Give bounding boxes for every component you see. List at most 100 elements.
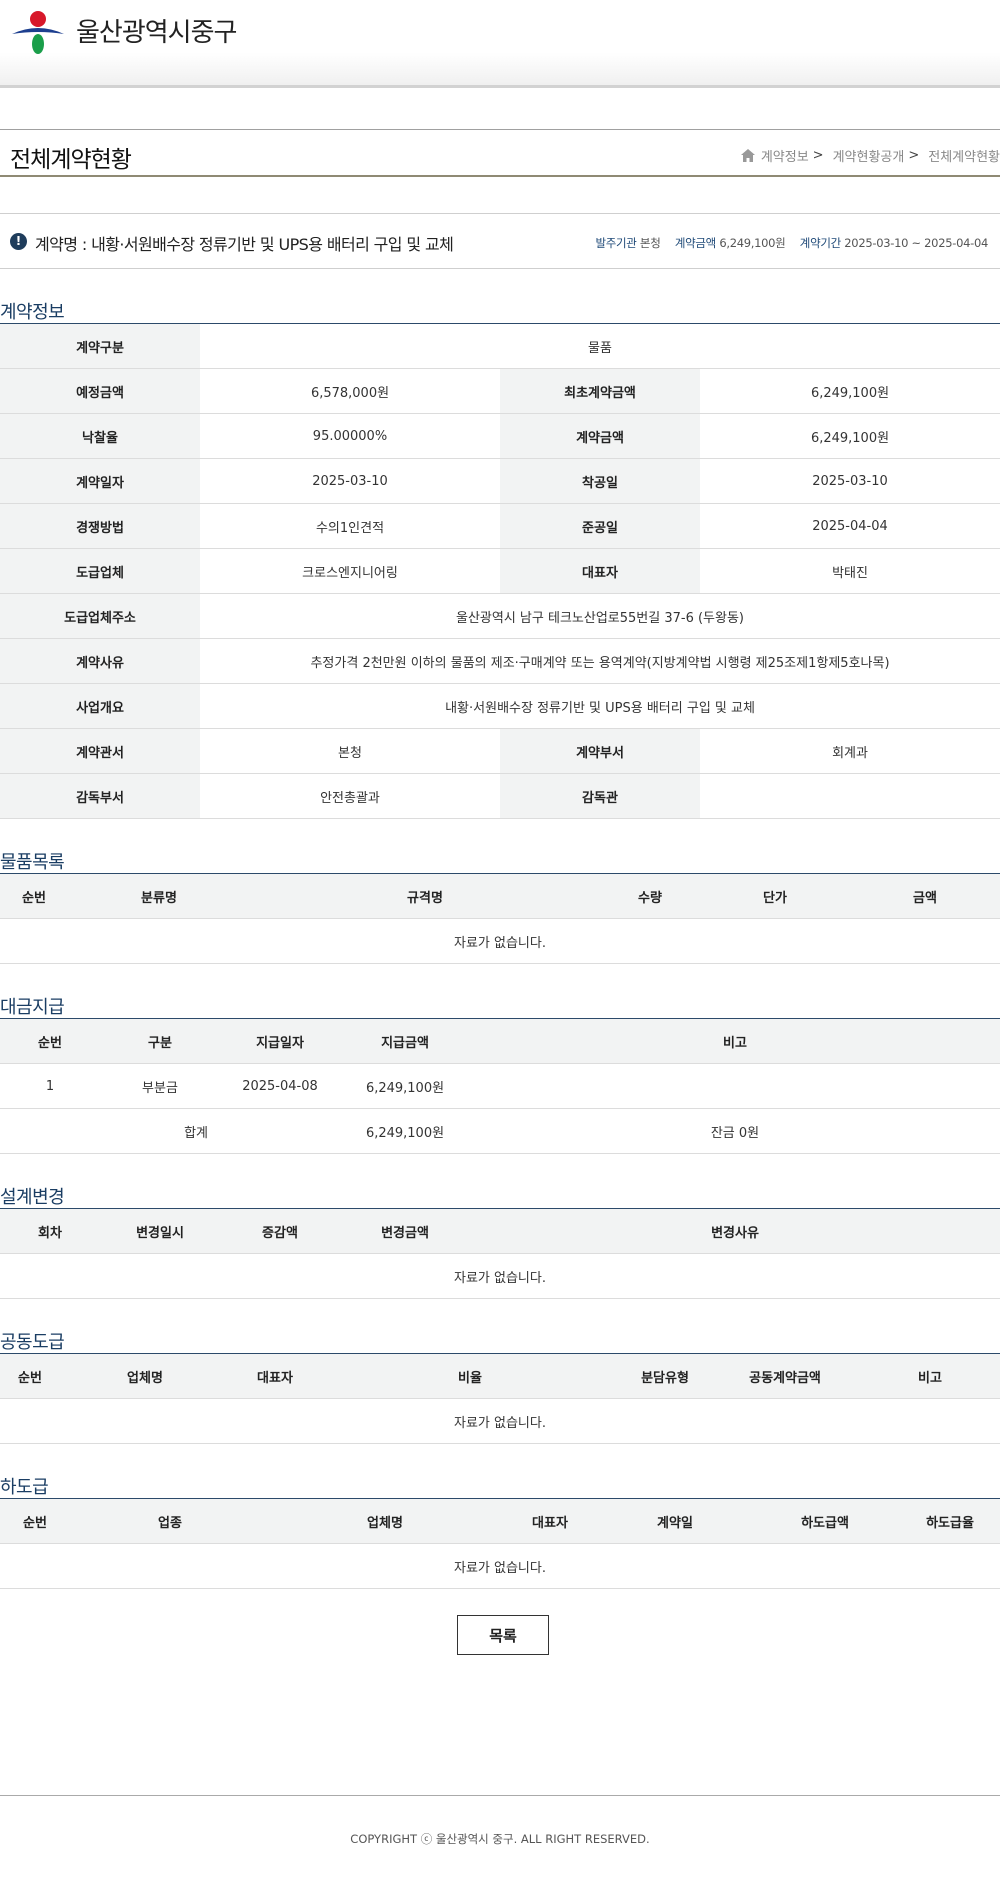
breadcrumb-item-contract-info[interactable]: 계약정보 — [761, 146, 809, 165]
jung-gu-logo[interactable] — [10, 10, 66, 54]
payment-type: 부분금 — [100, 1063, 220, 1109]
bid-rate-label: 낙찰율 — [0, 413, 200, 459]
contract-amount-value: 6,249,100원 — [700, 413, 1000, 459]
contract-reason-label: 계약사유 — [0, 638, 200, 684]
representative-value: 박태진 — [700, 548, 1000, 594]
project-overview-label: 사업개요 — [0, 683, 200, 729]
joint-col-company: 업체명 — [60, 1353, 230, 1399]
payment-total-spacer — [220, 1108, 340, 1154]
sub-col-rep: 대표자 — [500, 1498, 600, 1544]
empty-message: 자료가 없습니다. — [0, 1398, 1000, 1444]
goods-col-qty: 수량 — [600, 873, 700, 919]
footer: COPYRIGHT ⓒ 울산광역시 중구. ALL RIGHT RESERVED… — [0, 1795, 1000, 1895]
payment-date: 2025-04-08 — [220, 1063, 340, 1109]
joint-col-ratio: 비율 — [320, 1353, 620, 1399]
contract-info-table: 계약구분 물품 예정금액 6,578,000원 최초계약금액 6,249,100… — [0, 323, 1000, 819]
section-title-goods-list: 물품목록 — [0, 852, 65, 873]
breadcrumb-separator: > — [812, 148, 824, 163]
section-title-joint-contract: 공동도급 — [0, 1332, 65, 1353]
payment-amount: 6,249,100원 — [340, 1063, 470, 1109]
payment-note — [470, 1063, 1000, 1109]
design-col-round: 회차 — [0, 1208, 100, 1254]
bid-rate-value: 95.00000% — [200, 413, 500, 459]
empty-message: 자료가 없습니다. — [0, 1543, 1000, 1589]
payment-col-no: 순번 — [0, 1018, 100, 1064]
project-overview-value: 내황·서원배수장 정류기반 및 UPS용 배터리 구입 및 교체 — [200, 683, 1000, 729]
section-title-payment: 대금지급 — [0, 997, 65, 1018]
joint-col-amount: 공동계약금액 — [710, 1353, 860, 1399]
org-name[interactable]: 울산광역시중구 — [76, 12, 237, 49]
goods-list-table: 순번 분류명 규격명 수량 단가 금액 자료가 없습니다. — [0, 873, 1000, 964]
design-col-date: 변경일시 — [100, 1208, 220, 1254]
table-row: 1 부분금 2025-04-08 6,249,100원 — [0, 1063, 1000, 1109]
exclamation-icon: ! — [10, 233, 27, 250]
breadcrumb-separator: > — [908, 148, 920, 163]
supervising-dept-label: 감독부서 — [0, 773, 200, 819]
completion-date-value: 2025-04-04 — [700, 503, 1000, 549]
payment-total-note: 잔금 0원 — [470, 1108, 1000, 1154]
goods-col-spec: 규격명 — [250, 873, 600, 919]
contractor-address-label: 도급업체주소 — [0, 593, 200, 639]
ordering-label: 발주기관 — [595, 236, 637, 250]
section-title-design-change: 설계변경 — [0, 1187, 65, 1208]
design-col-amount: 변경금액 — [340, 1208, 470, 1254]
initial-amount-value: 6,249,100원 — [700, 368, 1000, 414]
payment-table: 순번 구분 지급일자 지급금액 비고 1 부분금 2025-04-08 6,24… — [0, 1018, 1000, 1154]
design-change-table: 회차 변경일시 증감액 변경금액 변경사유 자료가 없습니다. — [0, 1208, 1000, 1299]
start-date-value: 2025-03-10 — [700, 458, 1000, 504]
empty-message: 자료가 없습니다. — [0, 918, 1000, 964]
representative-label: 대표자 — [500, 548, 700, 594]
contract-office-value: 본청 — [200, 728, 500, 774]
joint-col-share-type: 분담유형 — [620, 1353, 710, 1399]
sub-col-company: 업체명 — [270, 1498, 500, 1544]
amount-value: 6,249,100원 — [719, 236, 786, 250]
copyright: COPYRIGHT ⓒ 울산광역시 중구. ALL RIGHT RESERVED… — [350, 1832, 650, 1846]
contractor-value: 크로스엔지니어링 — [200, 548, 500, 594]
bid-method-label: 경쟁방법 — [0, 503, 200, 549]
initial-amount-label: 최초계약금액 — [500, 368, 700, 414]
title-bar: 전체계약현황 계약정보 > 계약현황공개 > 전체계약현황 — [0, 129, 1000, 177]
list-button[interactable]: 목록 — [457, 1615, 549, 1655]
sub-col-no: 순번 — [0, 1498, 70, 1544]
joint-col-note: 비고 — [860, 1353, 1000, 1399]
joint-contract-table: 순번 업체명 대표자 비율 분담유형 공동계약금액 비고 자료가 없습니다. — [0, 1353, 1000, 1444]
design-col-diff: 증감액 — [220, 1208, 340, 1254]
amount-label: 계약금액 — [674, 236, 716, 250]
contract-meta: 발주기관 본청 계약금액 6,249,100원 계약기간 2025-03-10 … — [584, 235, 988, 251]
section-title-contract-info: 계약정보 — [0, 302, 65, 323]
contract-date-label: 계약일자 — [0, 458, 200, 504]
breadcrumb: 계약정보 > 계약현황공개 > 전체계약현황 — [740, 146, 1000, 165]
breadcrumb-item-current: 전체계약현황 — [928, 150, 1000, 165]
contract-dept-label: 계약부서 — [500, 728, 700, 774]
start-date-label: 착공일 — [500, 458, 700, 504]
contract-summary: ! 계약명 : 내황·서원배수장 정류기반 및 UPS용 배터리 구입 및 교체… — [0, 213, 1000, 269]
period-value: 2025-03-10 ~ 2025-04-04 — [844, 236, 988, 250]
joint-col-no: 순번 — [0, 1353, 60, 1399]
sub-col-date: 계약일 — [600, 1498, 750, 1544]
contract-reason-value: 추정가격 2천만원 이하의 물품의 제조·구매계약 또는 용역계약(지방계약법 … — [200, 638, 1000, 684]
page-title: 전체계약현황 — [10, 147, 132, 173]
empty-message: 자료가 없습니다. — [0, 1253, 1000, 1299]
home-icon[interactable] — [740, 149, 755, 162]
goods-col-category: 분류명 — [68, 873, 250, 919]
goods-col-unit-price: 단가 — [700, 873, 850, 919]
payment-col-note: 비고 — [470, 1018, 1000, 1064]
goods-col-amount: 금액 — [850, 873, 1000, 919]
contract-dept-value: 회계과 — [700, 728, 1000, 774]
design-col-reason: 변경사유 — [470, 1208, 1000, 1254]
contract-type-label: 계약구분 — [0, 323, 200, 369]
site-header: 울산광역시중구 — [0, 0, 1000, 88]
ordering-value: 본청 — [639, 236, 661, 250]
section-title-subcontract: 하도급 — [0, 1477, 49, 1498]
payment-col-date: 지급일자 — [220, 1018, 340, 1064]
contract-amount-label: 계약금액 — [500, 413, 700, 459]
estimated-amount-value: 6,578,000원 — [200, 368, 500, 414]
bid-method-value: 수의1인견적 — [200, 503, 500, 549]
breadcrumb-item-contract-status[interactable]: 계약현황공개 — [833, 146, 905, 165]
joint-col-rep: 대표자 — [230, 1353, 320, 1399]
contractor-address-value: 울산광역시 남구 테크노산업로55번길 37-6 (두왕동) — [200, 593, 1000, 639]
goods-col-no: 순번 — [0, 873, 68, 919]
payment-col-type: 구분 — [100, 1018, 220, 1064]
payment-col-amount: 지급금액 — [340, 1018, 470, 1064]
supervisor-label: 감독관 — [500, 773, 700, 819]
